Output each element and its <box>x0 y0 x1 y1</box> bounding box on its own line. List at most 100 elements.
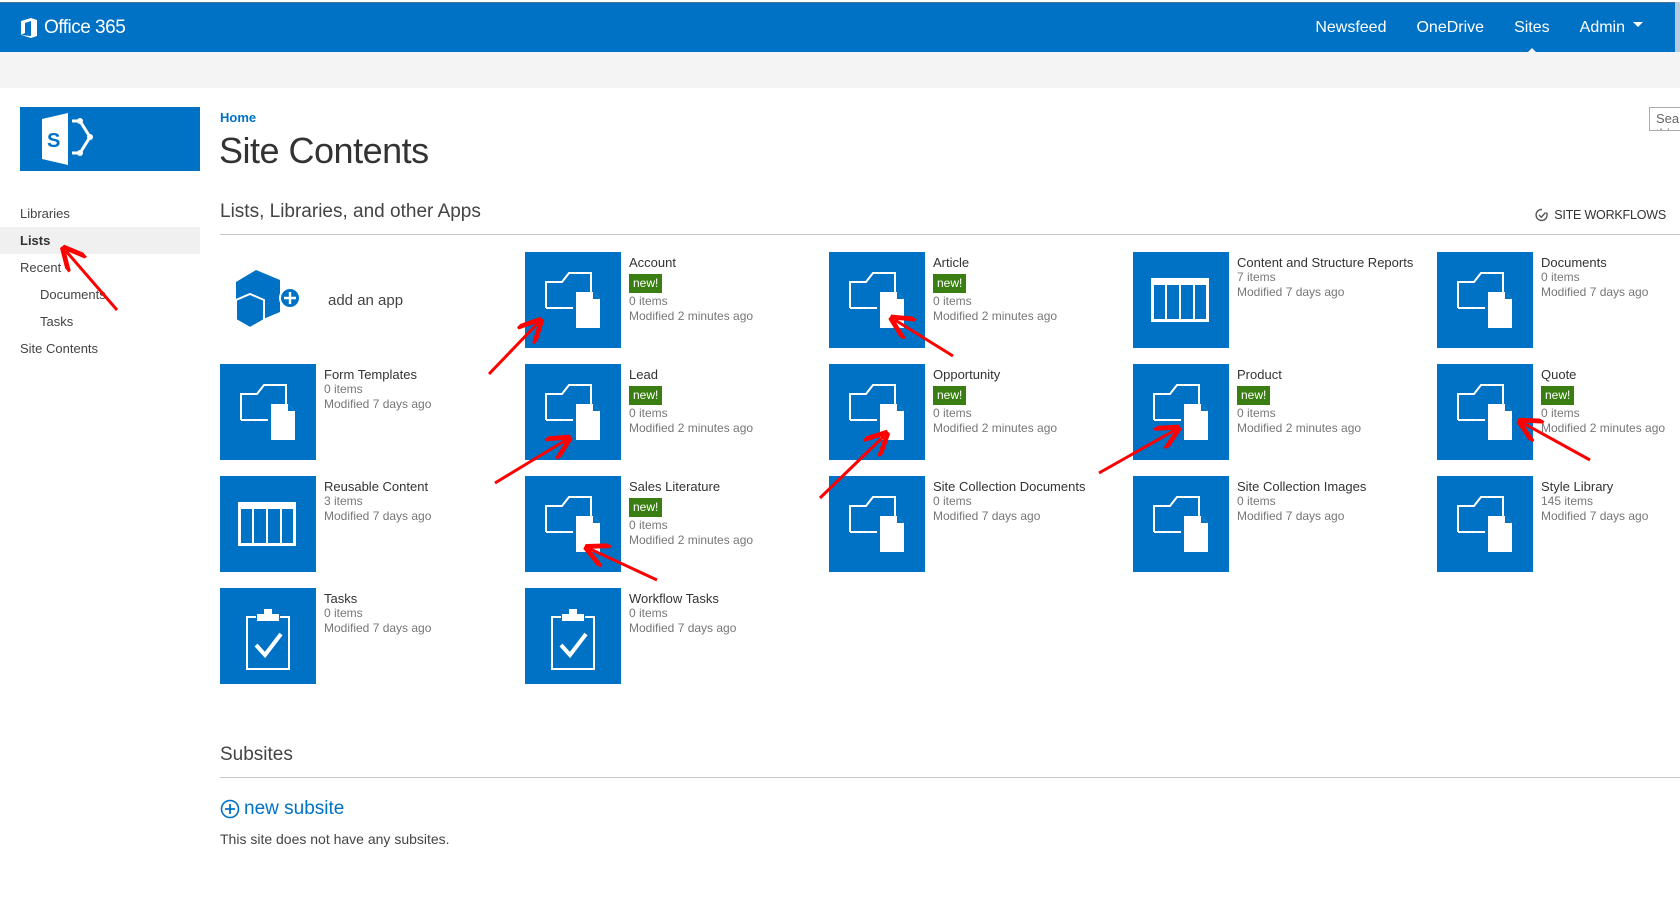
tile-title[interactable]: Content and Structure Reports <box>1237 255 1432 270</box>
app-tile[interactable]: Opportunity new! 0 items Modified 2 minutes… <box>829 364 1129 464</box>
tile-title[interactable]: Lead <box>629 367 824 382</box>
tile-title[interactable]: Opportunity <box>933 367 1128 382</box>
app-tile[interactable]: Content and Structure Reports 7 items Modi… <box>1133 252 1433 352</box>
breadcrumb-home[interactable]: Home <box>220 110 256 125</box>
tile-title[interactable]: Product <box>1237 367 1432 382</box>
app-tile[interactable]: Form Templates 0 items Modified 7 days ago <box>220 364 520 464</box>
subsites-divider <box>220 777 1680 778</box>
tile-info: Workflow Tasks 0 items Modified 7 days ago <box>629 591 824 636</box>
app-tile[interactable]: Article new! 0 items Modified 2 minutes ago <box>829 252 1129 352</box>
tile-info: Lead new! 0 items Modified 2 minutes ago <box>629 367 824 436</box>
nav-newsfeed[interactable]: Newsfeed <box>1315 3 1386 53</box>
tile-title[interactable]: Site Collection Documents <box>933 479 1128 494</box>
add-app-icon <box>236 270 301 330</box>
nav-sites[interactable]: Sites <box>1514 3 1550 53</box>
tile-info: Tasks 0 items Modified 7 days ago <box>324 591 519 636</box>
tile-modified: Modified 2 minutes ago <box>629 309 754 323</box>
site-workflows-link[interactable]: SITE WORKFLOWS <box>1535 208 1666 222</box>
app-tile[interactable]: Quote new! 0 items Modified 2 minutes ago <box>1437 364 1680 464</box>
tile-title[interactable]: Reusable Content <box>324 479 519 494</box>
folder-document-icon[interactable] <box>1437 252 1533 348</box>
tile-title[interactable]: Quote <box>1541 367 1680 382</box>
tasks-clipboard-icon[interactable] <box>220 588 316 684</box>
new-subsite-link[interactable]: new subsite <box>220 798 344 820</box>
folder-document-icon[interactable] <box>829 364 925 460</box>
tile-info: Article new! 0 items Modified 2 minutes ago <box>933 255 1128 324</box>
tile-modified: Modified 2 minutes ago <box>933 309 1058 323</box>
workflow-check-icon <box>1535 208 1548 222</box>
app-tile[interactable]: Reusable Content 3 items Modified 7 days a… <box>220 476 520 576</box>
tile-title[interactable]: Account <box>629 255 824 270</box>
tile-modified: Modified 2 minutes ago <box>1541 421 1666 435</box>
folder-document-icon[interactable] <box>525 252 621 348</box>
quick-launch: Libraries Lists Recent Documents Tasks S… <box>0 200 200 362</box>
new-badge: new! <box>629 386 663 405</box>
office365-logo[interactable]: Office 365 <box>20 17 126 39</box>
tile-modified: Modified 7 days ago <box>324 509 432 523</box>
tile-title[interactable]: Tasks <box>324 591 519 606</box>
app-tile[interactable]: Lead new! 0 items Modified 2 minutes ago <box>525 364 825 464</box>
new-badge: new! <box>933 386 967 405</box>
leftnav-recent[interactable]: Recent <box>0 254 200 281</box>
folder-document-icon[interactable] <box>829 252 925 348</box>
nav-admin[interactable]: Admin <box>1580 3 1643 53</box>
tile-modified: Modified 7 days ago <box>933 509 1041 523</box>
tile-title[interactable]: Form Templates <box>324 367 519 382</box>
folder-document-icon[interactable] <box>1133 364 1229 460</box>
tile-title[interactable]: Style Library <box>1541 479 1680 494</box>
leftnav-site-contents[interactable]: Site Contents <box>0 335 200 362</box>
search-input[interactable]: Search this site <box>1649 107 1680 131</box>
tile-modified: Modified 7 days ago <box>1237 285 1345 299</box>
folder-document-icon[interactable] <box>1437 364 1533 460</box>
app-tile[interactable]: Site Collection Documents 0 items Modified… <box>829 476 1129 576</box>
folder-document-icon[interactable] <box>829 476 925 572</box>
tile-info: Sales Literature new! 0 items Modified 2 mi… <box>629 479 824 548</box>
list-table-icon[interactable] <box>220 476 316 572</box>
tile-item-count: 0 items <box>1541 406 1580 420</box>
new-badge: new! <box>1237 386 1271 405</box>
plus-circle-icon <box>220 799 240 819</box>
nav-onedrive[interactable]: OneDrive <box>1416 3 1484 53</box>
folder-document-icon[interactable] <box>1133 476 1229 572</box>
app-tile[interactable]: Sales Literature new! 0 items Modified 2 mi… <box>525 476 825 576</box>
app-tile[interactable]: Account new! 0 items Modified 2 minutes ago <box>525 252 825 352</box>
app-tile[interactable]: Style Library 145 items Modified 7 days ag… <box>1437 476 1680 576</box>
tile-title[interactable]: Site Collection Images <box>1237 479 1432 494</box>
tile-info: Product new! 0 items Modified 2 minutes ago <box>1237 367 1432 436</box>
app-tile[interactable]: Tasks 0 items Modified 7 days ago <box>220 588 520 688</box>
leftnav-libraries[interactable]: Libraries <box>0 200 200 227</box>
folder-document-icon[interactable] <box>525 364 621 460</box>
tile-title[interactable]: Workflow Tasks <box>629 591 824 606</box>
list-table-icon[interactable] <box>1133 252 1229 348</box>
leftnav-recent-tasks[interactable]: Tasks <box>0 308 200 335</box>
new-badge: new! <box>933 274 967 293</box>
search-placeholder: Search this site <box>1656 111 1680 130</box>
page-title: Site Contents <box>219 130 429 171</box>
office-logo-icon <box>21 18 37 38</box>
sharepoint-site-logo[interactable]: S <box>20 107 200 171</box>
tasks-clipboard-icon[interactable] <box>525 588 621 684</box>
folder-document-icon[interactable] <box>525 476 621 572</box>
app-tile[interactable]: Workflow Tasks 0 items Modified 7 days ago <box>525 588 825 688</box>
app-tile[interactable]: Product new! 0 items Modified 2 minutes ago <box>1133 364 1433 464</box>
leftnav-recent-documents[interactable]: Documents <box>0 281 200 308</box>
folder-document-icon[interactable] <box>220 364 316 460</box>
app-tile[interactable]: Site Collection Images 0 items Modified 7 … <box>1133 476 1433 576</box>
tile-title[interactable]: Article <box>933 255 1128 270</box>
top-navigation: Newsfeed OneDrive Sites Admin <box>1285 3 1643 53</box>
tile-item-count: 3 items <box>324 494 363 508</box>
tile-title[interactable]: Documents <box>1541 255 1680 270</box>
no-subsites-message: This site does not have any subsites. <box>220 831 450 847</box>
tile-modified: Modified 7 days ago <box>324 621 432 635</box>
add-an-app-button[interactable]: add an app <box>236 268 403 332</box>
new-badge: new! <box>629 274 663 293</box>
tile-item-count: 0 items <box>629 294 668 308</box>
tile-info: Documents 0 items Modified 7 days ago <box>1541 255 1680 300</box>
tile-title[interactable]: Sales Literature <box>629 479 824 494</box>
app-tile[interactable]: Documents 0 items Modified 7 days ago <box>1437 252 1680 352</box>
leftnav-lists[interactable]: Lists <box>0 227 200 254</box>
tile-info: Reusable Content 3 items Modified 7 days a… <box>324 479 519 524</box>
folder-document-icon[interactable] <box>1437 476 1533 572</box>
scrollbar-edge <box>1675 2 1680 52</box>
tile-info: Site Collection Documents 0 items Modified… <box>933 479 1128 524</box>
